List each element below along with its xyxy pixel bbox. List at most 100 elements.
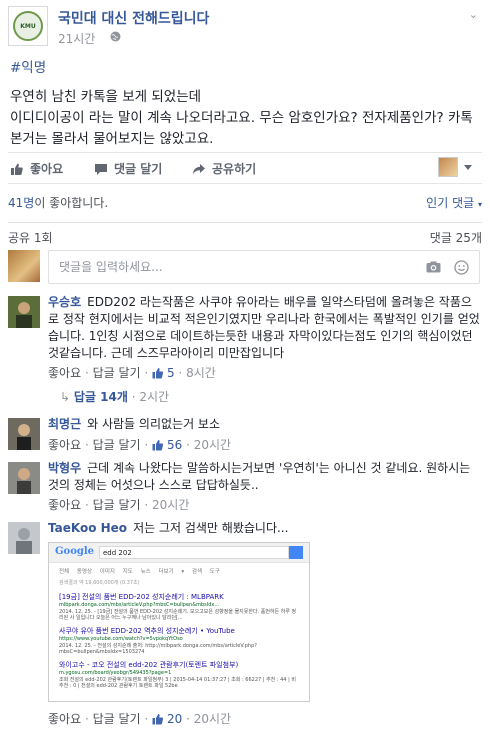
search-query-box: edd 202 bbox=[99, 546, 289, 559]
search-result: 와이고수 - 코오 전설의 edd-202 관람후기(토렌트 파일첨부) m.y… bbox=[59, 661, 299, 690]
share-count[interactable]: 공유 1회 bbox=[8, 229, 53, 246]
like-number: 20 bbox=[167, 712, 183, 726]
comment-content: 박형우 근데 계속 나왔다는 말씀하시는거보면 '우연히'는 아니신 것 같네요.… bbox=[48, 460, 480, 494]
comment-attachment-image[interactable]: Google edd 202 전체 동영상 이미지 지도 뉴스 더보기 ▾ 검색… bbox=[48, 542, 310, 702]
thumbs-up-icon bbox=[11, 163, 23, 175]
like-label: 좋아요 bbox=[30, 162, 64, 176]
comment-label: 댓글 달기 bbox=[114, 162, 163, 176]
comment-content: TaeKoo Heo 저는 그저 검색만 해봤습니다... bbox=[48, 520, 480, 537]
comment-button[interactable]: 댓글 달기 bbox=[94, 160, 162, 177]
search-result: [19금] 전설의 품번 EDD-202 성지순례기 : MLBPARK mlb… bbox=[59, 593, 299, 622]
comment-icon bbox=[95, 163, 107, 175]
result-title: [19금] 전설의 품번 EDD-202 성지순례기 : MLBPARK bbox=[59, 593, 224, 601]
viewer-identity-switch[interactable] bbox=[438, 157, 472, 177]
replies-time: 2시간 bbox=[139, 390, 170, 404]
comment-content: 우승호 EDD202 라는작품은 사쿠야 유아라는 배우를 일약스타덤에 올려놓은… bbox=[48, 294, 480, 362]
result-snippet: 2014. 12. 25. - 전설의 성지순례 출처: http://mlbp… bbox=[59, 642, 257, 656]
comment-text: 근데 계속 나왔다는 말씀하시는거보면 '우연히'는 아니신 것 같네요. 원하… bbox=[48, 461, 471, 492]
post-body: #익명 우연히 남친 카톡을 보게 되었는데 이디디이공이 라는 말이 계속 나… bbox=[10, 58, 480, 150]
search-header: Google edd 202 bbox=[49, 543, 309, 563]
comment-reply-link[interactable]: 답글 달기 bbox=[93, 712, 141, 726]
share-label: 공유하기 bbox=[212, 162, 257, 176]
page-name[interactable]: 국민대 대신 전해드립니다 bbox=[58, 8, 209, 28]
comment-box[interactable] bbox=[48, 250, 480, 284]
comment-reply-link[interactable]: 답글 달기 bbox=[93, 438, 141, 452]
post-text-line: 우연히 남친 카톡을 보게 되었는데 bbox=[10, 89, 202, 105]
result-snippet: 2014. 12. 25. - [19금] 전설의 품번 EDD-202 성지순… bbox=[59, 608, 297, 622]
reply-arrow-icon: ↳ bbox=[60, 390, 71, 404]
comment-count[interactable]: 댓글 25개 bbox=[430, 229, 482, 246]
logo-text: KMU bbox=[20, 22, 36, 30]
comment-actions: 좋아요 · 답글 달기 · 56 · 20시간 bbox=[48, 438, 232, 452]
comment-actions: 좋아요 · 답글 달기 · 20 · 20시간 bbox=[48, 712, 232, 726]
share-button[interactable]: 공유하기 bbox=[192, 160, 256, 177]
comment-author[interactable]: TaeKoo Heo bbox=[48, 521, 127, 535]
likes-count[interactable]: 41명이 좋아합니다. bbox=[8, 194, 108, 211]
google-logo: Google bbox=[55, 546, 95, 557]
replies-count[interactable]: 답글 14개 bbox=[74, 390, 128, 404]
meta-row: 공유 1회 댓글 25개 bbox=[8, 222, 482, 246]
commenter-avatar[interactable] bbox=[8, 418, 40, 450]
view-replies-toggle[interactable]: ↳ 답글 14개 · 2시간 bbox=[60, 388, 169, 405]
comment-sort-select[interactable]: 인기 댓글 ▾ bbox=[426, 194, 482, 211]
comment-like-count[interactable]: 56 bbox=[152, 438, 182, 452]
search-button bbox=[289, 546, 303, 559]
comment-author[interactable]: 박형우 bbox=[48, 461, 81, 475]
comment-like-count[interactable]: 5 bbox=[152, 366, 175, 380]
university-logo: KMU bbox=[13, 11, 43, 41]
likes-suffix: 이 좋아합니다. bbox=[34, 196, 109, 210]
commenter-avatar[interactable] bbox=[8, 296, 40, 328]
likes-row: 41명이 좋아합니다. 인기 댓글 ▾ bbox=[8, 190, 482, 214]
like-number: 56 bbox=[167, 438, 183, 452]
viewer-avatar bbox=[8, 250, 40, 282]
caret-down-icon bbox=[464, 164, 472, 170]
thumbs-up-icon bbox=[152, 440, 164, 451]
action-bar: 좋아요 댓글 달기 공유하기 bbox=[8, 152, 482, 184]
thumbs-up-icon bbox=[152, 368, 164, 379]
thumbs-up-icon bbox=[152, 714, 164, 725]
comment-author[interactable]: 우승호 bbox=[48, 295, 81, 309]
comment-text: 와 사람들 의리없는거 보소 bbox=[87, 417, 221, 431]
post-header: KMU 국민대 대신 전해드립니다 21시간 ⌄ bbox=[8, 6, 482, 50]
commenter-avatar[interactable] bbox=[8, 462, 40, 494]
comment-like-link[interactable]: 좋아요 bbox=[48, 712, 81, 726]
chevron-down-icon[interactable]: ⌄ bbox=[469, 8, 478, 21]
comment-reply-link[interactable]: 답글 달기 bbox=[93, 366, 141, 380]
sort-label: 인기 댓글 bbox=[426, 196, 475, 210]
result-title: 사쿠야 유아 품번 EDD-202 역추의 성지순례기 • YouTube bbox=[59, 627, 235, 635]
comment-time[interactable]: 20시간 bbox=[194, 438, 231, 452]
comment-like-link[interactable]: 좋아요 bbox=[48, 366, 81, 380]
page-avatar[interactable]: KMU bbox=[8, 6, 48, 46]
comment-like-link[interactable]: 좋아요 bbox=[48, 438, 81, 452]
comment-time[interactable]: 8시간 bbox=[186, 366, 216, 380]
likes-number[interactable]: 41명 bbox=[8, 196, 34, 210]
result-snippet: 조회 전설의 edd-202 관람후기(토렌트 파일첨부) 3 | 2015-0… bbox=[59, 676, 296, 690]
comment-text: EDD202 라는작품은 사쿠야 유아라는 배우를 일약스타덤에 올려놓은 작품… bbox=[48, 295, 480, 360]
search-result: 사쿠야 유아 품번 EDD-202 역추의 성지순례기 • YouTube ht… bbox=[59, 627, 299, 656]
result-title: 와이고수 - 코오 전설의 edd-202 관람후기(토렌트 파일첨부) bbox=[59, 661, 239, 669]
comment-composer bbox=[8, 250, 482, 286]
comment-like-link[interactable]: 좋아요 bbox=[48, 498, 81, 512]
comment-actions: 좋아요 · 답글 달기 · 5 · 8시간 bbox=[48, 366, 216, 380]
globe-icon bbox=[110, 31, 121, 42]
comment-time[interactable]: 20시간 bbox=[152, 498, 189, 512]
sort-caret-icon: ▾ bbox=[477, 200, 482, 209]
comment-content: 최명근 와 사람들 의리없는거 보소 bbox=[48, 416, 480, 433]
like-number: 5 bbox=[167, 366, 175, 380]
comment-reply-link[interactable]: 답글 달기 bbox=[93, 498, 141, 512]
search-tabs: 전체 동영상 이미지 지도 뉴스 더보기 ▾ 검색 도구 bbox=[59, 569, 220, 575]
post-text-line: 이디디이공이 라는 말이 계속 나오더라고요. 무슨 암호인가요? 전자제품인가… bbox=[10, 110, 473, 147]
share-arrow-icon bbox=[193, 163, 205, 174]
post-time[interactable]: 21시간 bbox=[58, 30, 95, 47]
comment-author[interactable]: 최명근 bbox=[48, 417, 81, 431]
camera-icon[interactable] bbox=[426, 261, 441, 273]
hashtag[interactable]: #익명 bbox=[10, 58, 480, 79]
comment-input[interactable] bbox=[59, 260, 399, 274]
comment-like-count[interactable]: 20 bbox=[152, 712, 182, 726]
viewer-avatar bbox=[438, 157, 458, 177]
commenter-avatar[interactable] bbox=[8, 522, 40, 554]
like-button[interactable]: 좋아요 bbox=[10, 160, 63, 177]
comment-actions: 좋아요 · 답글 달기 · 20시간 bbox=[48, 498, 190, 512]
comment-time[interactable]: 20시간 bbox=[194, 712, 231, 726]
smiley-icon[interactable] bbox=[454, 260, 469, 275]
